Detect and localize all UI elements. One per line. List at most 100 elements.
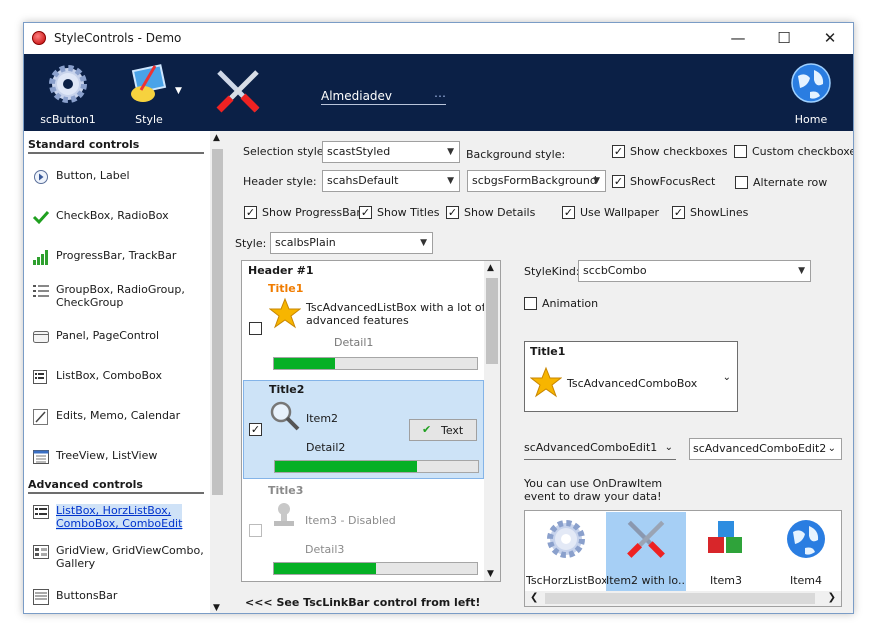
progress-fill <box>274 358 335 369</box>
chevron-down-icon[interactable]: ▼ <box>175 86 182 96</box>
advanced-controls-header: Advanced controls <box>28 478 204 494</box>
sidebar-item-gridview[interactable]: GridView, GridViewCombo, Gallery <box>32 541 207 575</box>
checkbox-box: ✓ <box>359 206 372 219</box>
maximize-button[interactable]: ☐ <box>761 23 807 53</box>
combo-edit-1-value: scAdvancedComboEdit1 <box>524 441 658 454</box>
item-caption: Item3 - Disabled <box>305 514 396 527</box>
sidebar-item-label: GroupBox, RadioGroup, CheckGroup <box>56 283 185 309</box>
background-style-value: scbgsFormBackground <box>472 174 597 187</box>
stylekind-label: StyleKind: <box>524 265 580 278</box>
paint-palette-icon <box>131 64 167 102</box>
horz-item[interactable]: TscHorzListBox <box>526 512 606 591</box>
horz-scroll-thumb[interactable] <box>545 593 815 604</box>
sidebar-item-label: Panel, PageControl <box>56 329 160 342</box>
checkbox-box <box>249 322 262 335</box>
style-button[interactable]: ▼ Style <box>117 60 182 126</box>
scroll-down-icon[interactable]: ▼ <box>487 569 494 579</box>
sidebar-item-groupbox[interactable]: GroupBox, RadioGroup, CheckGroup <box>32 280 207 314</box>
magnifier-icon <box>270 401 300 431</box>
header-style-value: scahsDefault <box>327 174 399 187</box>
sidebar-item-label: GridView, GridViewCombo, Gallery <box>56 544 204 570</box>
listbox-scrollbar[interactable]: ▲ ▼ <box>484 261 500 581</box>
sidebar-item-label: ListBox, ComboBox <box>56 369 162 382</box>
listbox-header: Header #1 <box>248 264 314 277</box>
item-detail: Detail2 <box>306 441 346 454</box>
horz-item[interactable]: Item4 <box>766 512 841 591</box>
horz-item-label: Item2 with lo... <box>606 574 686 587</box>
list-item[interactable]: Title1 TscAdvancedListBox with a lot of … <box>243 279 485 377</box>
ondraw-hint: You can use OnDrawItem event to draw you… <box>524 477 663 503</box>
checkbox-box: ✓ <box>672 206 685 219</box>
horz-item-selected[interactable]: Item2 with lo... <box>606 512 686 591</box>
stylekind-combo[interactable]: sccbCombo ▼ <box>578 260 811 282</box>
show-details-label: Show Details <box>464 206 536 219</box>
chevron-down-icon[interactable]: ⌄ <box>665 438 673 458</box>
sidebar-item-checkbox-radiobox[interactable]: CheckBox, RadioBox <box>32 206 207 236</box>
show-titles-label: Show Titles <box>377 206 440 219</box>
combo-edit-1[interactable]: scAdvancedComboEdit1 ⌄ <box>524 438 676 460</box>
chevron-down-icon[interactable]: ⌄ <box>723 372 731 383</box>
background-style-combo[interactable]: scbgsFormBackground ▼ <box>467 170 606 192</box>
sidebar-item-label: ProgressBar, TrackBar <box>56 249 177 262</box>
scbutton1-button[interactable]: scButton1 <box>36 60 100 126</box>
list-icon <box>33 285 49 297</box>
sidebar-item-treeview-listview[interactable]: TreeView, ListView <box>32 446 207 476</box>
horz-item[interactable]: Item3 <box>686 512 766 591</box>
selection-style-value: scastStyled <box>327 145 391 158</box>
advanced-combobox[interactable]: Title1 TscAdvancedComboBox ⌄ <box>524 341 738 412</box>
horz-item-label: TscHorzListBox <box>526 574 606 587</box>
combo-edit-2[interactable]: scAdvancedComboEdit2 ⌄ <box>689 438 842 460</box>
checkmark-icon <box>32 210 50 225</box>
scroll-up-icon[interactable]: ▲ <box>487 263 494 273</box>
listbox-scroll-thumb[interactable] <box>486 278 498 364</box>
sidebar-item-buttonsbar[interactable]: ButtonsBar <box>32 586 207 613</box>
show-lines-label: ShowLines <box>690 206 749 219</box>
listbox-icon <box>33 505 49 519</box>
sidebar-item-button-label[interactable]: Button, Label <box>32 166 207 196</box>
header-style-label: Header style: <box>243 175 317 188</box>
horz-scrollbar[interactable]: ❮ ❯ <box>525 591 841 606</box>
home-button[interactable]: Home <box>779 60 843 126</box>
sidebar-item-label: ButtonsBar <box>56 589 118 602</box>
text-button-label: Text <box>441 424 464 437</box>
sidebar-scrollbar[interactable]: ▲ ▼ <box>210 131 225 613</box>
sidebar-item-progressbar-trackbar[interactable]: ProgressBar, TrackBar <box>32 246 207 276</box>
sidebar-item-panel-pagecontrol[interactable]: Panel, PageControl <box>32 326 207 356</box>
style-value: scalbsPlain <box>275 236 336 249</box>
scroll-left-icon[interactable]: ❮ <box>530 592 538 603</box>
text-button[interactable]: ✔ Text <box>409 419 477 441</box>
style-combo[interactable]: scalbsPlain ▼ <box>270 232 433 254</box>
scroll-up-icon[interactable]: ▲ <box>213 133 220 143</box>
sidebar-item-listbox-horzlistbox[interactable]: ListBox, HorzListBox, ComboBox, ComboEdi… <box>32 501 207 535</box>
item-detail: Detail3 <box>305 543 345 556</box>
app-icon <box>32 31 46 45</box>
list-item-selected[interactable]: Title2 ✓ Item2 Detail2 ✔ Text <box>243 380 484 479</box>
edit-icon <box>33 409 48 425</box>
signal-bars-icon <box>33 250 48 265</box>
minimize-button[interactable]: — <box>715 23 761 53</box>
item-progressbar <box>274 460 479 473</box>
radio-button-icon <box>34 170 48 184</box>
sidebar-item-edits-memo-calendar[interactable]: Edits, Memo, Calendar <box>32 406 207 436</box>
style-label: Style: <box>235 237 267 250</box>
header-style-combo[interactable]: scahsDefault ▼ <box>322 170 460 192</box>
animation-label: Animation <box>542 297 599 310</box>
combo-caption: TscAdvancedComboBox <box>567 377 698 390</box>
show-focus-rect-label: ShowFocusRect <box>630 175 716 188</box>
close-button[interactable]: ✕ <box>807 23 853 53</box>
scroll-down-icon[interactable]: ▼ <box>213 603 220 613</box>
scroll-right-icon[interactable]: ❯ <box>828 592 836 603</box>
tools-icon <box>216 70 260 113</box>
sidebar-item-listbox-combobox[interactable]: ListBox, ComboBox <box>32 366 207 396</box>
chevron-down-icon[interactable]: ⌄ <box>828 439 836 459</box>
horz-listbox[interactable]: TscHorzListBox Item2 with lo... Item3 It… <box>524 510 842 607</box>
toolbar: scButton1 ▼ Style Almediadev ⋯ Home <box>24 54 853 131</box>
selection-style-combo[interactable]: scastStyled ▼ <box>322 141 460 163</box>
advanced-listbox[interactable]: Header #1 Title1 TscAdvancedListBox with… <box>241 260 501 582</box>
star-icon <box>530 366 562 398</box>
footer-hint: <<< See TscLinkBar control from left! <box>245 596 481 609</box>
sidebar-scroll-thumb[interactable] <box>212 149 223 495</box>
gear-icon <box>547 520 585 558</box>
app-window: StyleControls - Demo — ☐ ✕ scButton1 ▼ S… <box>23 22 854 614</box>
custom-checkboxes-label: Custom checkboxes <box>752 145 853 158</box>
